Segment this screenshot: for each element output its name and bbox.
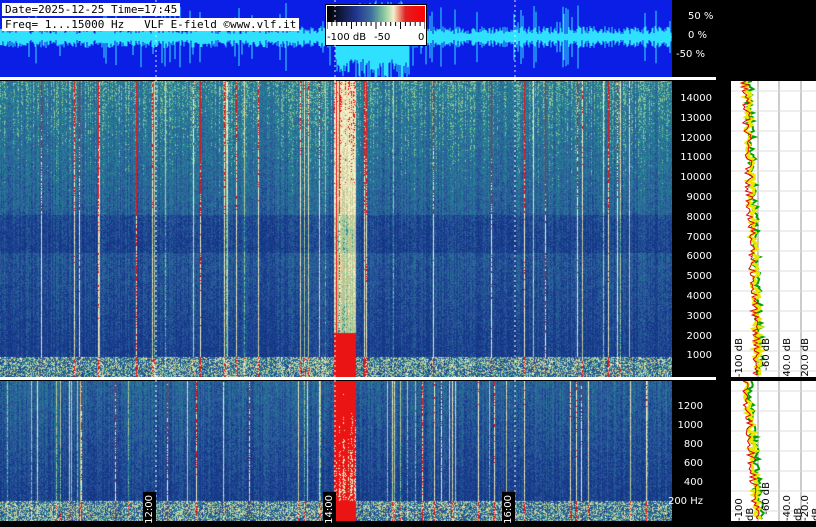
- db-label-20-bottom: -20.0 dB: [800, 495, 816, 521]
- freq-tick-label: 4000: [686, 291, 712, 302]
- db-label-20-top: -20.0 dB: [800, 338, 811, 381]
- freq-tick-label: 800: [683, 439, 703, 450]
- db-label-60-top: -60 dB: [761, 338, 772, 371]
- db-label-40-top: -40.0 dB: [782, 338, 793, 381]
- freq-tick-label: 5000: [686, 271, 712, 283]
- freq-tick-label: 2000: [686, 330, 712, 342]
- time-marker-16: 16:00: [502, 492, 515, 527]
- freq-tick-label: 1200: [677, 401, 703, 412]
- spectrum-profile-top: [731, 80, 816, 377]
- amplitude-label-minus50: -50 %: [676, 49, 706, 60]
- time-gridlines: [155, 0, 516, 521]
- time-marker-14: 14:00: [323, 492, 336, 527]
- freq-tick-label: 3000: [686, 310, 712, 322]
- freq-tick-label: 12000: [680, 132, 712, 144]
- freq-tick-label: 200 Hz: [667, 496, 703, 507]
- amplitude-label-50: 50 %: [688, 11, 714, 22]
- freq-tick-label: 400: [683, 477, 703, 488]
- freq-tick-label: 9000: [686, 192, 712, 203]
- db-label-100-top: -100 dB: [734, 338, 745, 378]
- freq-tick-label: 7000: [686, 231, 712, 243]
- freq-tick-label: 14000: [680, 93, 712, 104]
- freq-tick-label: 6000: [686, 251, 712, 263]
- freq-tick-label: 600: [683, 458, 703, 469]
- db-label-100-bottom: -100 dB: [734, 498, 756, 521]
- time-marker-12: 12:00: [143, 492, 156, 527]
- freq-tick-label: 1000: [677, 420, 703, 431]
- freq-tick-label: 10000: [680, 172, 712, 184]
- freq-tick-label: 11000: [680, 152, 712, 164]
- freq-tick-label: 1000: [686, 350, 712, 362]
- freq-tick-label: 8000: [686, 211, 712, 223]
- amplitude-label-0: 0 %: [688, 30, 708, 41]
- db-label-60-bottom: -60 dB: [761, 482, 772, 515]
- freq-tick-label: 13000: [680, 112, 712, 124]
